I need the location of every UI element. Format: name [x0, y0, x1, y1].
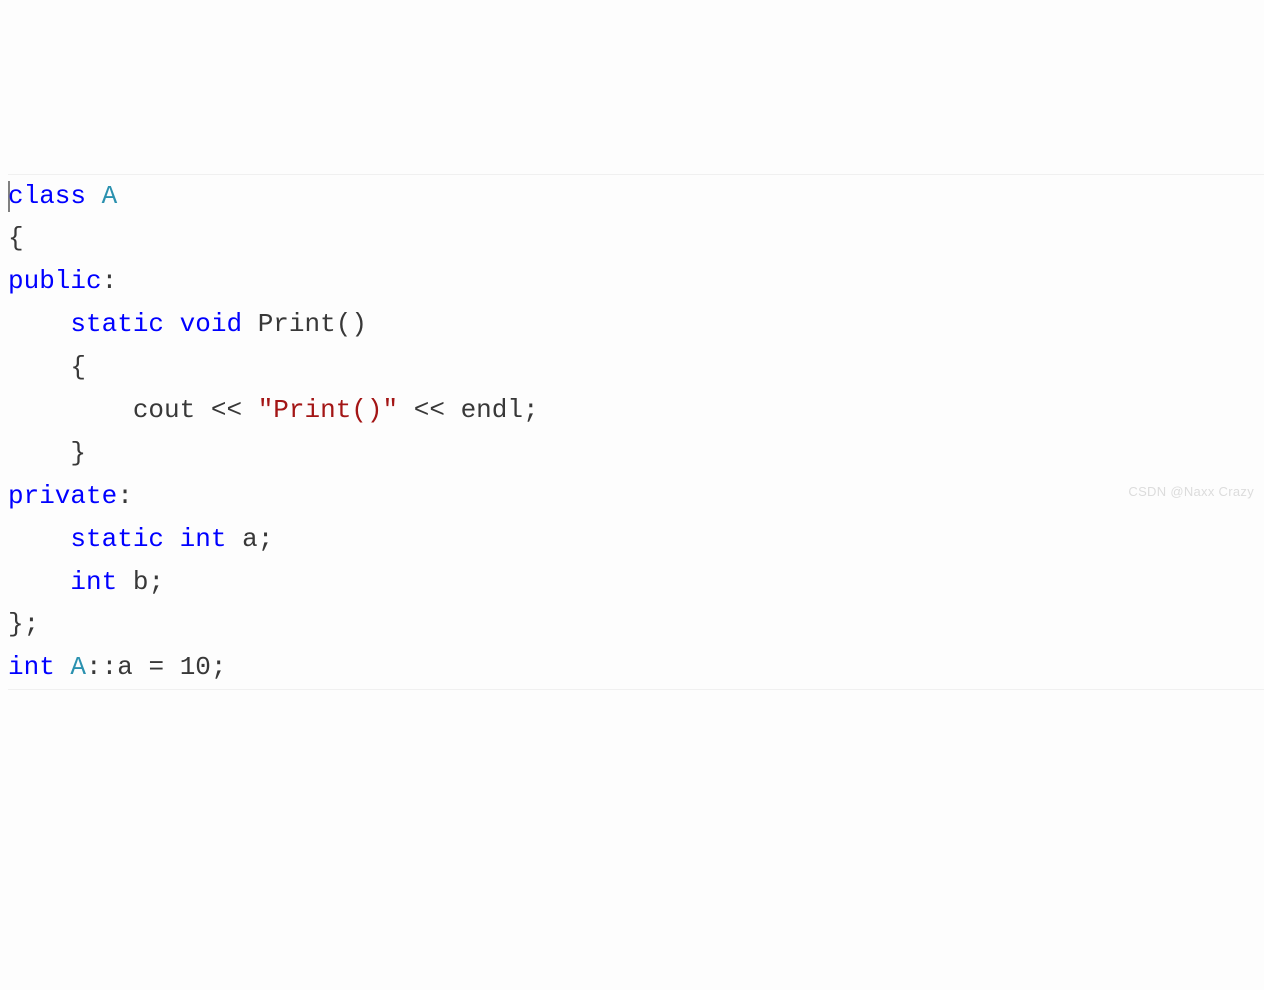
type-int: int: [180, 524, 227, 554]
class-brace-close: }: [8, 609, 24, 639]
colon-public: :: [102, 266, 118, 296]
watermark-text: CSDN @Naxx Crazy: [1128, 481, 1254, 502]
endl: endl: [461, 395, 523, 425]
method-brace-close: }: [70, 438, 86, 468]
access-private: private: [8, 481, 117, 511]
type-int: int: [70, 567, 117, 597]
paren-close: ): [351, 309, 367, 339]
semicolon: ;: [211, 652, 227, 682]
colon-private: :: [117, 481, 133, 511]
cout: cout: [133, 395, 195, 425]
paren-open: (: [336, 309, 352, 339]
scope-op: ::: [86, 652, 117, 682]
semicolon: ;: [148, 567, 164, 597]
type-int: int: [8, 652, 55, 682]
access-public: public: [8, 266, 102, 296]
keyword-static: static: [70, 524, 164, 554]
stream-op: <<: [211, 395, 242, 425]
class-name: A: [70, 652, 86, 682]
keyword-class: class: [8, 181, 86, 211]
assign-op: =: [148, 652, 164, 682]
class-name: A: [102, 181, 118, 211]
string-literal: "Print()": [258, 395, 398, 425]
method-brace-open: {: [70, 352, 86, 382]
keyword-static: static: [70, 309, 164, 339]
semicolon: ;: [523, 395, 539, 425]
keyword-void: void: [180, 309, 242, 339]
brace-open: {: [8, 223, 24, 253]
stream-op: <<: [414, 395, 445, 425]
semicolon: ;: [258, 524, 274, 554]
method-name: Print: [258, 309, 336, 339]
var-a: a: [242, 524, 258, 554]
code-block: class A { public: static void Print() { …: [8, 174, 1264, 691]
var-a: a: [117, 652, 133, 682]
var-b: b: [133, 567, 149, 597]
semicolon: ;: [24, 609, 40, 639]
value-literal: 10: [180, 652, 211, 682]
